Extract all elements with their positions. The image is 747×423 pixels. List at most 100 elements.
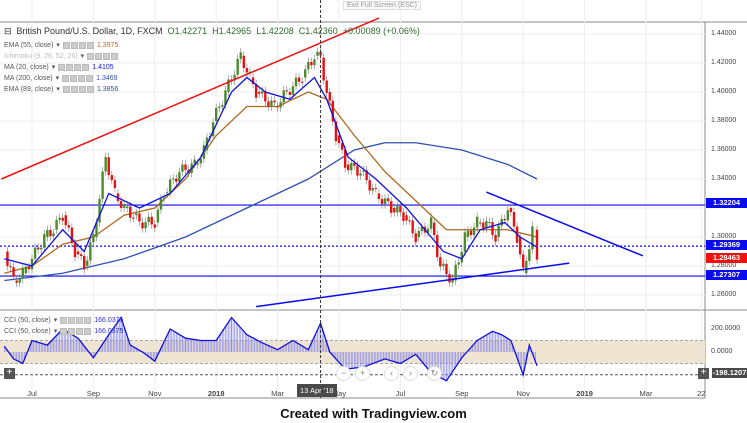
cci-legend[interactable]: CCI (50, close) ▾ 166.0375 [4, 316, 123, 324]
candle-body [522, 254, 525, 268]
indicator-controls[interactable] [60, 316, 92, 324]
price-badge-support: 1.27307 [706, 270, 747, 280]
candle-body [129, 206, 132, 218]
candle-body [172, 178, 175, 180]
candle-body [257, 92, 261, 94]
candle-body [347, 164, 350, 171]
indicator-label[interactable]: CCI (50, close) [4, 328, 51, 335]
indicator-label[interactable]: EMA (55, close) [4, 42, 53, 49]
candle-body [113, 180, 117, 189]
candle-body [525, 260, 528, 274]
candle-body [92, 233, 95, 243]
indicator-controls[interactable] [62, 85, 94, 93]
candle-body [528, 249, 531, 261]
x-tick: 22 [697, 389, 706, 398]
candle-body [297, 77, 301, 82]
candle-body [18, 278, 21, 283]
candle-body [156, 209, 160, 223]
zoom-out-button[interactable]: − [336, 366, 351, 381]
candle-body [531, 226, 534, 250]
candle-body [466, 230, 470, 237]
candle-body [457, 262, 460, 265]
zoom-in-button[interactable]: + [355, 366, 370, 381]
dropdown-icon[interactable]: ▾ [54, 327, 58, 335]
scroll-right-button[interactable]: › [403, 366, 418, 381]
candle-body [73, 243, 77, 258]
dropdown-icon[interactable]: ▾ [52, 63, 56, 71]
candle-body [463, 232, 467, 252]
indicator-controls[interactable] [62, 74, 94, 82]
candle-body [442, 263, 445, 266]
candle-body [125, 206, 129, 208]
indicator-controls[interactable] [87, 52, 119, 60]
candle-body [52, 233, 55, 237]
candle-body [304, 69, 307, 78]
candle-body [417, 230, 421, 237]
indicator-legend[interactable]: EMA (55, close) ▾ 1.3975 [4, 41, 118, 49]
x-tick: Jul [27, 389, 37, 398]
indicator-label[interactable]: CCI (50, close) [4, 317, 51, 324]
dropdown-icon[interactable]: ▾ [81, 52, 85, 60]
indicator-legend[interactable]: MA (20, close) ▾ 1.4105 [4, 63, 114, 71]
candle-body [300, 81, 304, 83]
candle-body [448, 274, 451, 283]
candle-body [267, 101, 270, 107]
candle-body [322, 57, 325, 81]
symbol-title[interactable]: British Pound/U.S. Dollar, 1D, FXCM [17, 26, 163, 37]
indicator-legend[interactable]: Ichimoku (9, 26, 52, 26) ▾ [4, 52, 121, 60]
candle-body [104, 157, 107, 172]
indicator-controls[interactable] [58, 63, 90, 71]
indicator-label[interactable]: MA (200, close) [4, 75, 53, 82]
candle-body [518, 237, 522, 255]
indicator-legend[interactable]: EMA (89, close) ▾ 1.3856 [4, 85, 118, 93]
indicator-legend[interactable]: MA (200, close) ▾ 1.3469 [4, 74, 118, 82]
candle-body [36, 247, 40, 250]
candle-body [242, 55, 246, 69]
y-tick: 1.40000 [711, 88, 737, 95]
dropdown-icon[interactable]: ▾ [54, 316, 58, 324]
add-right-icon[interactable]: + [698, 368, 709, 379]
candle-body [491, 221, 494, 236]
candle-body [429, 217, 433, 229]
price-badge-last: 1.28463 [706, 253, 747, 263]
candle-body [439, 257, 442, 267]
exit-fullscreen-button[interactable]: Exit Full Screen (ESC) [343, 1, 422, 10]
y-tick: 1.26000 [711, 291, 737, 298]
candle-body [270, 100, 273, 107]
candle-body [294, 77, 298, 87]
reset-chart-button[interactable]: ↻ [427, 366, 442, 381]
x-tick: 2019 [576, 389, 593, 398]
candle-body [408, 220, 411, 222]
y-tick: 1.28000 [711, 262, 737, 269]
candle-body [405, 215, 408, 221]
candle-body [472, 227, 476, 236]
indicator-label[interactable]: EMA (89, close) [4, 86, 53, 93]
candle-body [503, 218, 506, 221]
candle-body [64, 215, 67, 226]
candle-body [494, 235, 497, 242]
scroll-left-button[interactable]: ‹ [384, 366, 399, 381]
candle-body [488, 221, 491, 223]
indicator-label[interactable]: Ichimoku (9, 26, 52, 26) [4, 53, 78, 60]
candle-body [184, 164, 187, 170]
cci-legend[interactable]: CCI (50, close) ▾ 166.0375 [4, 327, 123, 335]
dropdown-icon[interactable]: ▾ [56, 74, 60, 82]
crosshair-date-label: 13 Apr '18 [297, 384, 337, 397]
add-left-icon[interactable]: + [4, 368, 15, 379]
candle-body [218, 106, 221, 108]
dropdown-icon[interactable]: ▾ [56, 85, 60, 93]
candle-body [535, 229, 539, 260]
dropdown-icon[interactable]: ▾ [56, 41, 60, 49]
indicator-label[interactable]: MA (20, close) [4, 64, 49, 71]
y-tick: 1.36000 [711, 146, 737, 153]
candle-body [276, 106, 279, 108]
indicator-controls[interactable] [60, 327, 92, 335]
candle-body [135, 213, 138, 216]
trendline [256, 262, 570, 308]
candle-body [482, 222, 485, 229]
candle-body [469, 230, 473, 236]
indicator-controls[interactable] [62, 41, 94, 49]
candle-body [328, 92, 331, 101]
candle-body [89, 242, 92, 261]
collapse-icon[interactable]: ⊟ [4, 26, 12, 37]
